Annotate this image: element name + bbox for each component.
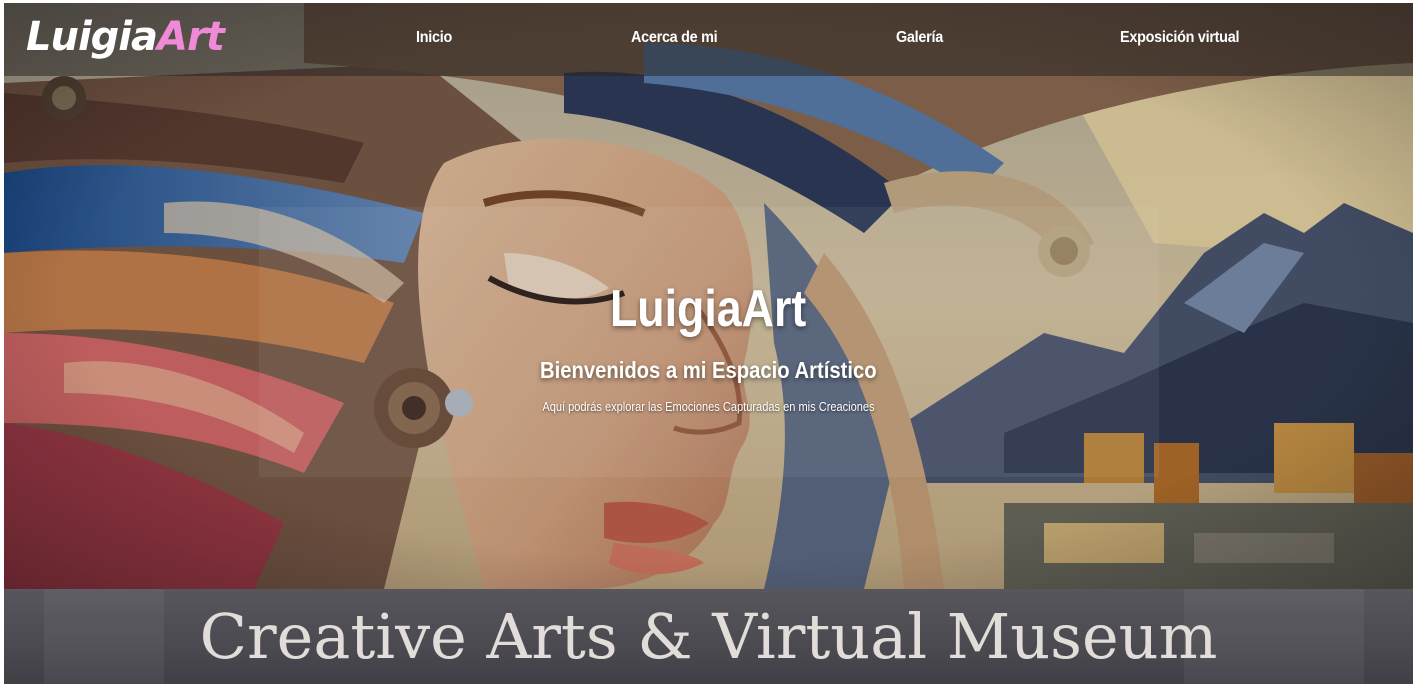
hero-section: LuigiaArt Bienvenidos a mi Espacio Artís…: [4, 3, 1413, 589]
hero-subtitle: Bienvenidos a mi Espacio Artístico: [540, 357, 877, 383]
hero-title: LuigiaArt: [610, 280, 807, 338]
site-logo[interactable]: LuigiaArt: [26, 11, 225, 63]
nav-link-galeria[interactable]: Galería: [896, 29, 943, 47]
logo-text-part1: Luigia: [26, 14, 158, 60]
page-frame: LuigiaArt Bienvenidos a mi Espacio Artís…: [4, 3, 1413, 684]
logo-text-part2: Art: [157, 14, 225, 60]
nav-link-acerca-de-mi[interactable]: Acerca de mi: [631, 29, 718, 47]
nav-link-exposicion-virtual[interactable]: Exposición virtual: [1120, 29, 1239, 47]
hero-overlay-panel: [259, 207, 1159, 477]
banner-title: Creative Arts & Virtual Museum: [199, 600, 1218, 673]
hero-description: Aquí podrás explorar las Emociones Captu…: [542, 399, 875, 414]
nav-link-inicio[interactable]: Inicio: [416, 29, 452, 47]
footer-banner: Creative Arts & Virtual Museum: [4, 589, 1413, 684]
top-navbar: LuigiaArt Inicio Acerca de mi Galería Ex…: [4, 3, 1413, 76]
